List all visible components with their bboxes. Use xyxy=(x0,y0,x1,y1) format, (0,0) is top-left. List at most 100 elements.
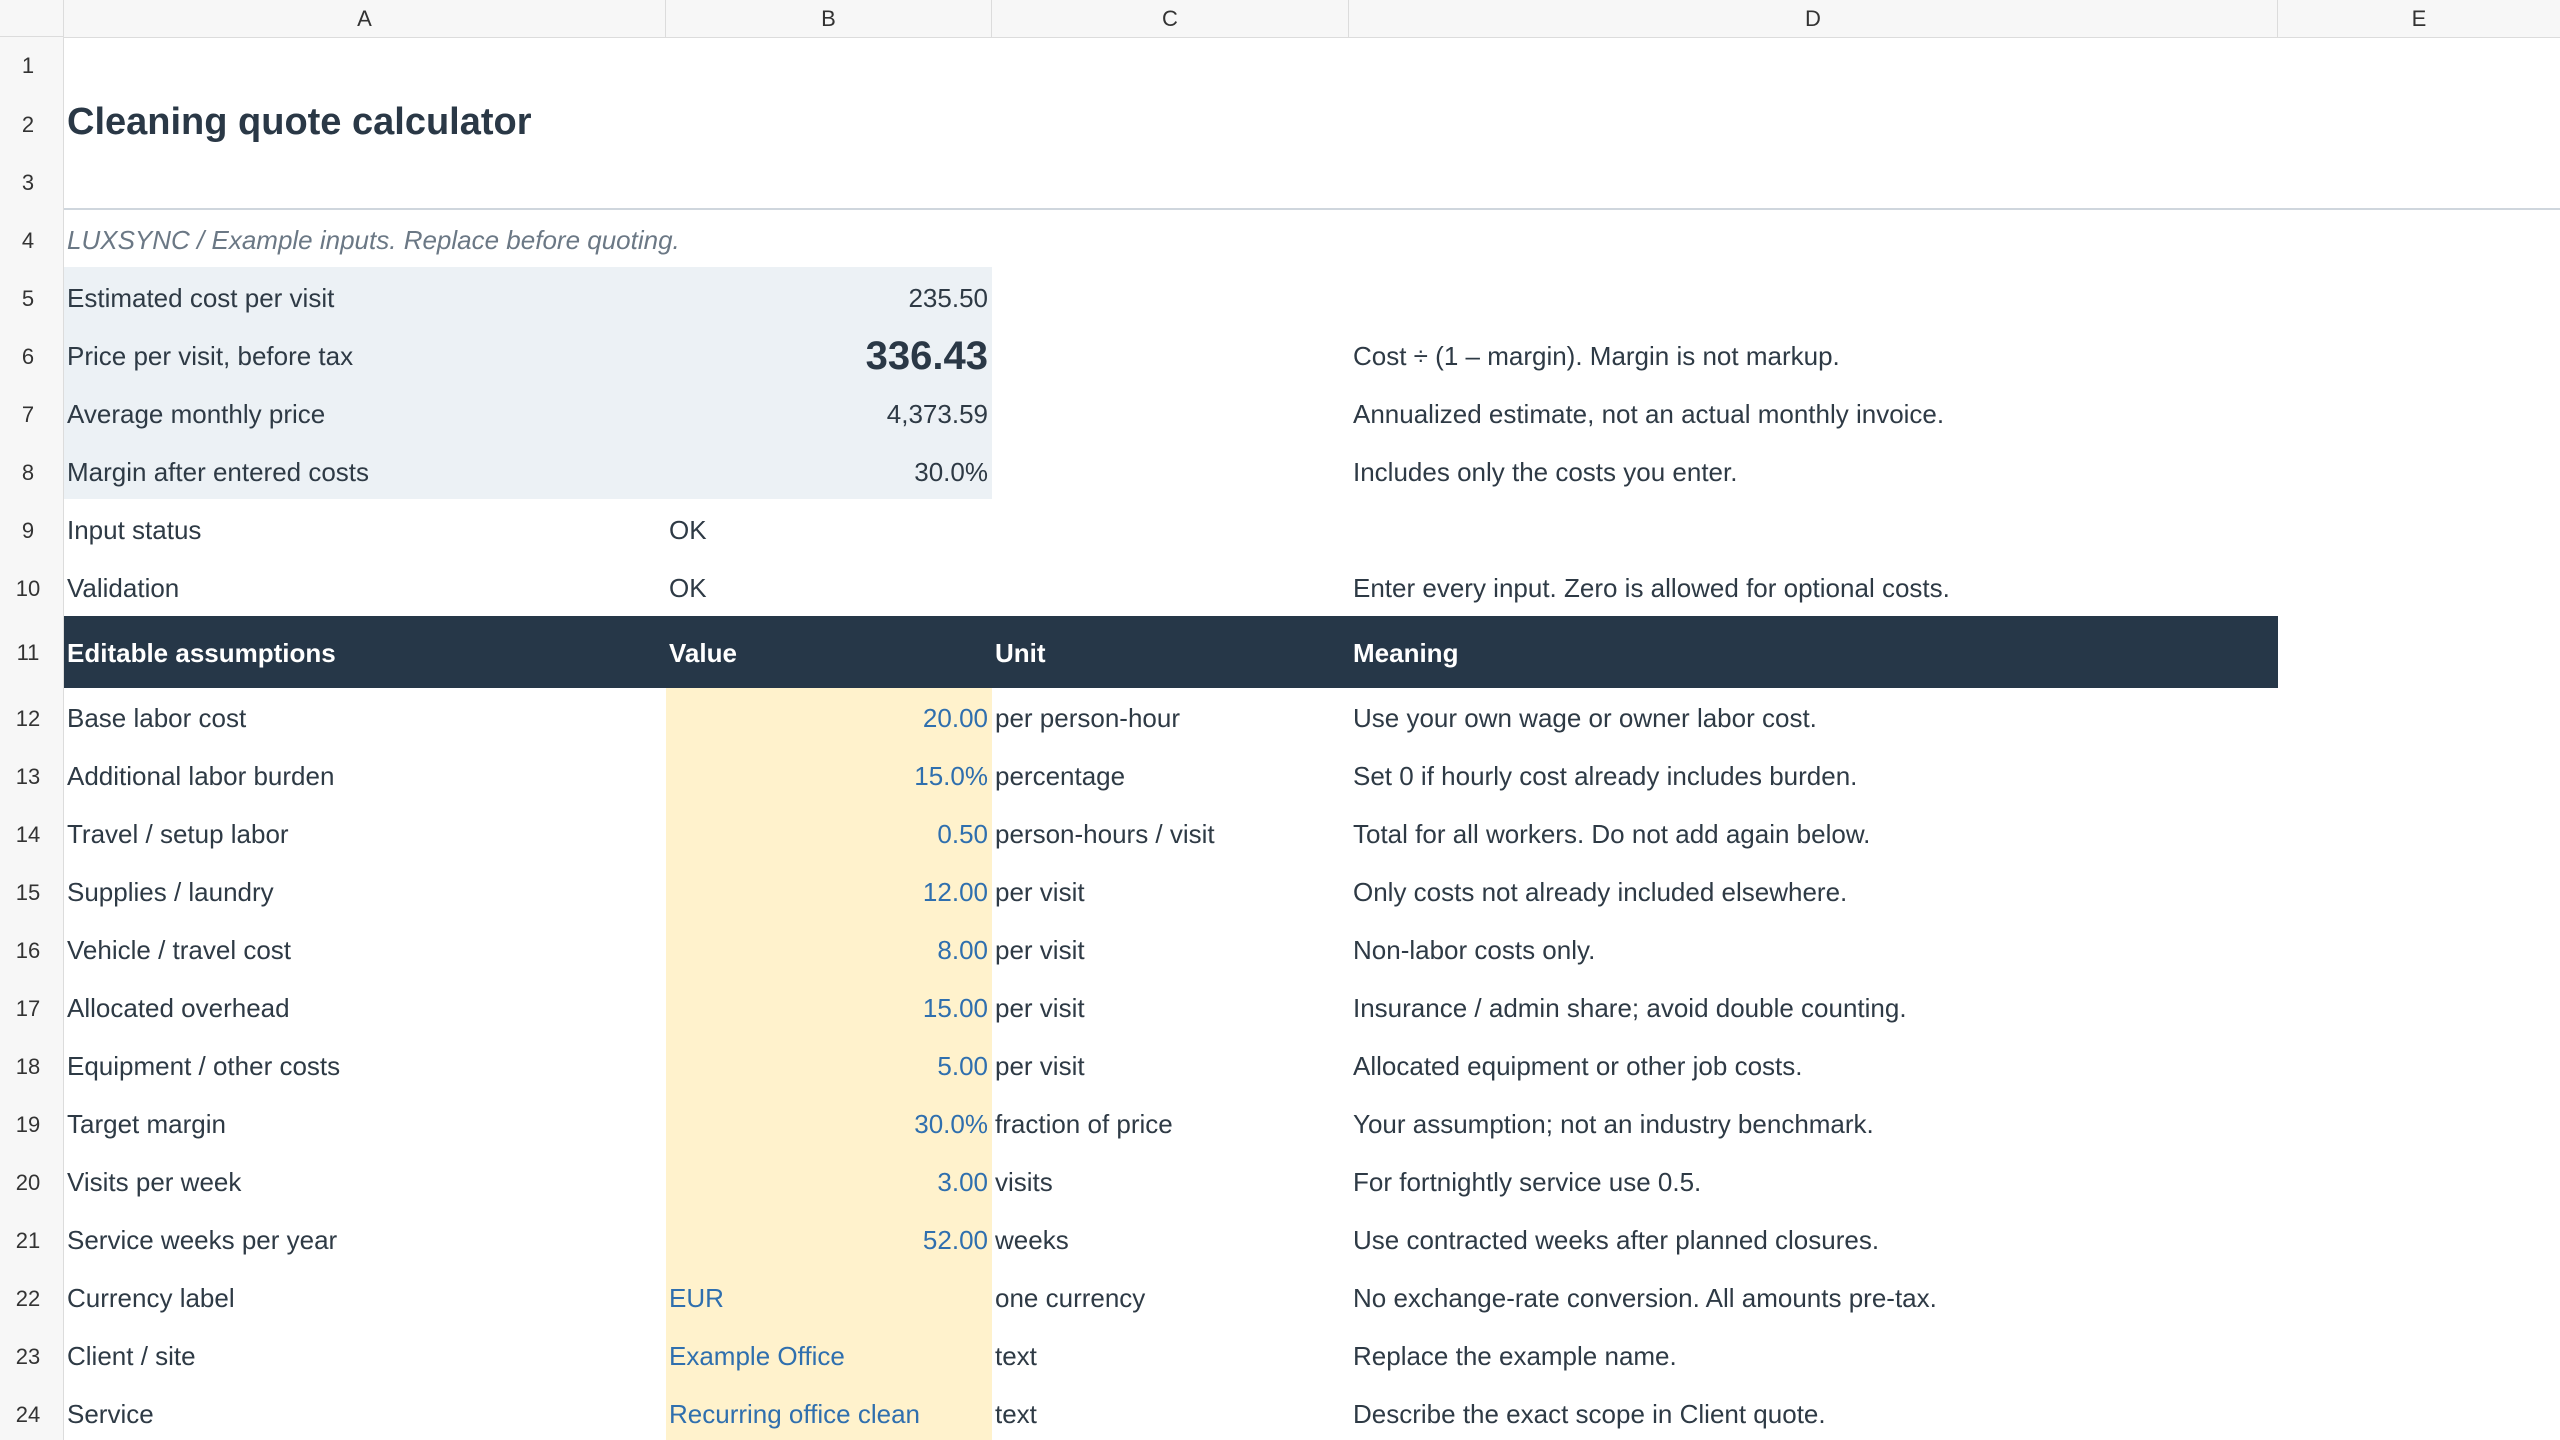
assumption-input[interactable]: 8.00 xyxy=(666,935,992,966)
summary-value[interactable]: 4,373.59 xyxy=(666,399,992,430)
summary-label[interactable]: Margin after entered costs xyxy=(64,457,666,488)
assumption-unit[interactable]: weeks xyxy=(992,1225,1349,1256)
column-header-b[interactable]: B xyxy=(666,0,992,37)
sheet-title[interactable]: Cleaning quote calculator xyxy=(64,101,666,144)
row-number[interactable]: 23 xyxy=(0,1344,56,1370)
price-per-visit-value[interactable]: 336.43 xyxy=(666,334,992,379)
assumption-label[interactable]: Allocated overhead xyxy=(64,993,666,1024)
assumption-unit[interactable]: per person-hour xyxy=(992,703,1349,734)
assumption-unit[interactable]: per visit xyxy=(992,1051,1349,1082)
summary-note[interactable]: Cost ÷ (1 – margin). Margin is not marku… xyxy=(1350,341,2278,372)
summary-note[interactable]: Annualized estimate, not an actual month… xyxy=(1350,399,2278,430)
assumption-label[interactable]: Additional labor burden xyxy=(64,761,666,792)
assumption-unit[interactable]: per visit xyxy=(992,935,1349,966)
assumption-unit[interactable]: text xyxy=(992,1399,1349,1430)
assumption-meaning[interactable]: Describe the exact scope in Client quote… xyxy=(1350,1399,2278,1430)
assumption-meaning[interactable]: No exchange-rate conversion. All amounts… xyxy=(1350,1283,2278,1314)
assumption-label[interactable]: Supplies / laundry xyxy=(64,877,666,908)
assumption-input[interactable]: 5.00 xyxy=(666,1051,992,1082)
assumption-label[interactable]: Service weeks per year xyxy=(64,1225,666,1256)
assumption-input[interactable]: 15.0% xyxy=(666,761,992,792)
header-meaning[interactable]: Meaning xyxy=(1350,638,2278,669)
assumption-label[interactable]: Visits per week xyxy=(64,1167,666,1198)
row-number[interactable]: 17 xyxy=(0,996,56,1022)
row-number[interactable]: 22 xyxy=(0,1286,56,1312)
assumption-unit[interactable]: percentage xyxy=(992,761,1349,792)
row-number[interactable]: 2 xyxy=(0,112,56,138)
assumption-label[interactable]: Currency label xyxy=(64,1283,666,1314)
column-header-c[interactable]: C xyxy=(992,0,1349,37)
summary-label[interactable]: Price per visit, before tax xyxy=(64,341,666,372)
summary-value[interactable]: 30.0% xyxy=(666,457,992,488)
header-value[interactable]: Value xyxy=(666,638,992,669)
assumption-input[interactable]: 30.0% xyxy=(666,1109,992,1140)
assumption-label[interactable]: Base labor cost xyxy=(64,703,666,734)
assumption-meaning[interactable]: Insurance / admin share; avoid double co… xyxy=(1350,993,2278,1024)
column-header-a[interactable]: A xyxy=(64,0,666,37)
assumption-meaning[interactable]: Use contracted weeks after planned closu… xyxy=(1350,1225,2278,1256)
row-number[interactable]: 24 xyxy=(0,1402,56,1428)
assumption-meaning[interactable]: Set 0 if hourly cost already includes bu… xyxy=(1350,761,2278,792)
assumption-input[interactable]: 52.00 xyxy=(666,1225,992,1256)
assumption-unit[interactable]: per visit xyxy=(992,877,1349,908)
row-number[interactable]: 6 xyxy=(0,344,56,370)
row-number[interactable]: 12 xyxy=(0,706,56,732)
assumption-unit[interactable]: person-hours / visit xyxy=(992,819,1349,850)
column-header-e[interactable]: E xyxy=(2278,0,2560,37)
assumption-meaning[interactable]: Non-labor costs only. xyxy=(1350,935,2278,966)
row-number[interactable]: 16 xyxy=(0,938,56,964)
row-number[interactable]: 11 xyxy=(0,640,56,666)
assumption-meaning[interactable]: Total for all workers. Do not add again … xyxy=(1350,819,2278,850)
row-number[interactable]: 20 xyxy=(0,1170,56,1196)
assumption-unit[interactable]: text xyxy=(992,1341,1349,1372)
assumption-meaning[interactable]: Allocated equipment or other job costs. xyxy=(1350,1051,2278,1082)
assumption-input[interactable]: 12.00 xyxy=(666,877,992,908)
row-number[interactable]: 10 xyxy=(0,576,56,602)
assumption-unit[interactable]: per visit xyxy=(992,993,1349,1024)
summary-label[interactable]: Estimated cost per visit xyxy=(64,283,666,314)
row-number[interactable]: 7 xyxy=(0,402,56,428)
assumption-meaning[interactable]: Your assumption; not an industry benchma… xyxy=(1350,1109,2278,1140)
column-header-d[interactable]: D xyxy=(1349,0,2278,37)
assumption-input[interactable]: 3.00 xyxy=(666,1167,992,1198)
assumption-meaning[interactable]: For fortnightly service use 0.5. xyxy=(1350,1167,2278,1198)
status-value[interactable]: OK xyxy=(666,515,992,546)
sheet-subtitle[interactable]: LUXSYNC / Example inputs. Replace before… xyxy=(64,225,680,256)
status-label[interactable]: Validation xyxy=(64,573,666,604)
assumption-unit[interactable]: visits xyxy=(992,1167,1349,1198)
assumption-unit[interactable]: fraction of price xyxy=(992,1109,1349,1140)
row-number[interactable]: 15 xyxy=(0,880,56,906)
row-number[interactable]: 14 xyxy=(0,822,56,848)
summary-label[interactable]: Average monthly price xyxy=(64,399,666,430)
status-label[interactable]: Input status xyxy=(64,515,666,546)
assumption-input[interactable]: Example Office xyxy=(666,1341,992,1372)
row-number[interactable]: 4 xyxy=(0,228,56,254)
assumption-meaning[interactable]: Use your own wage or owner labor cost. xyxy=(1350,703,2278,734)
row-number[interactable]: 1 xyxy=(0,53,56,79)
row-number[interactable]: 21 xyxy=(0,1228,56,1254)
row-number[interactable]: 18 xyxy=(0,1054,56,1080)
row-number[interactable]: 3 xyxy=(0,170,56,196)
summary-value[interactable]: 235.50 xyxy=(666,283,992,314)
assumption-label[interactable]: Vehicle / travel cost xyxy=(64,935,666,966)
assumption-label[interactable]: Client / site xyxy=(64,1341,666,1372)
row-number[interactable]: 5 xyxy=(0,286,56,312)
header-unit[interactable]: Unit xyxy=(992,638,1349,669)
summary-note[interactable]: Includes only the costs you enter. xyxy=(1350,457,2278,488)
assumption-unit[interactable]: one currency xyxy=(992,1283,1349,1314)
assumption-label[interactable]: Service xyxy=(64,1399,666,1430)
assumption-input[interactable]: EUR xyxy=(666,1283,992,1314)
select-all-corner[interactable] xyxy=(0,0,64,37)
row-number[interactable]: 9 xyxy=(0,518,56,544)
assumption-label[interactable]: Target margin xyxy=(64,1109,666,1140)
assumption-label[interactable]: Equipment / other costs xyxy=(64,1051,666,1082)
status-value[interactable]: OK xyxy=(666,573,992,604)
row-number[interactable]: 19 xyxy=(0,1112,56,1138)
assumption-meaning[interactable]: Only costs not already included elsewher… xyxy=(1350,877,2278,908)
row-number[interactable]: 13 xyxy=(0,764,56,790)
assumption-label[interactable]: Travel / setup labor xyxy=(64,819,666,850)
assumption-input[interactable]: 20.00 xyxy=(666,703,992,734)
assumption-input[interactable]: Recurring office clean xyxy=(666,1399,992,1430)
assumption-input[interactable]: 0.50 xyxy=(666,819,992,850)
row-number[interactable]: 8 xyxy=(0,460,56,486)
